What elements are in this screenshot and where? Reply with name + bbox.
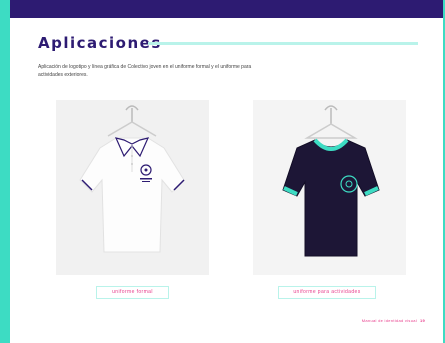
page-number: 19 [419, 318, 425, 323]
page-title: Aplicaciones [38, 34, 162, 52]
page-footer: Manual de identidad visual 19 [362, 318, 425, 323]
polo-shirt-image [79, 105, 185, 253]
footer-section-label: Manual de identidad visual [361, 318, 417, 323]
activity-uniform-caption: uniforme para actividades [278, 286, 376, 299]
activity-uniform-photo [253, 100, 406, 275]
formal-uniform-caption: uniforme formal [96, 286, 169, 299]
formal-uniform-photo [56, 100, 209, 275]
intro-paragraph: Aplicación de logotipo y línea gráfica d… [38, 64, 252, 78]
header-bar [10, 0, 443, 18]
title-underline [148, 42, 418, 45]
document-page: Aplicaciones Aplicación de logotipo y lí… [10, 0, 443, 343]
tshirt-image [282, 105, 380, 257]
